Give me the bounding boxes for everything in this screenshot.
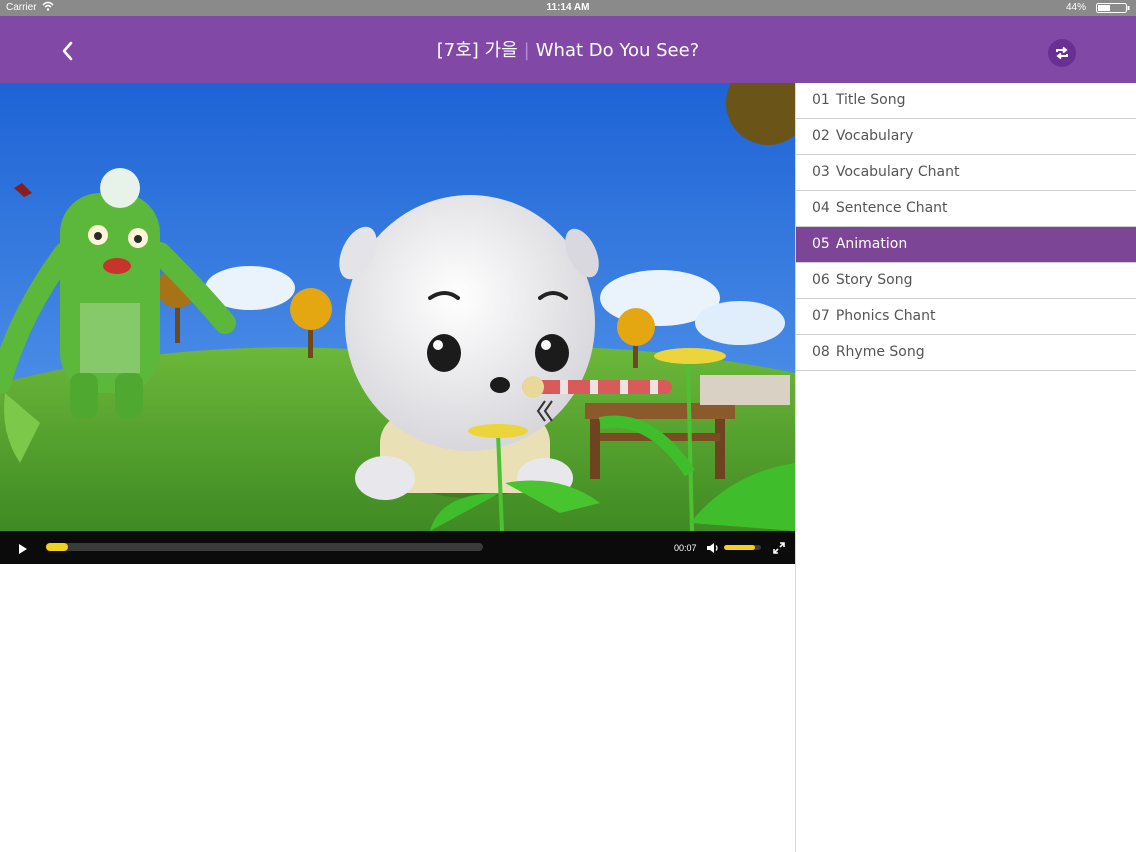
status-bar: Carrier 11:14 AM 44%	[0, 0, 1136, 16]
item-label: Story Song	[835, 272, 913, 288]
item-number: 08	[812, 344, 830, 360]
item-number: 03	[812, 164, 830, 180]
play-button[interactable]	[17, 542, 29, 554]
progress-level	[46, 543, 68, 551]
playlist-item-active[interactable]: 05 Animation	[796, 227, 1136, 263]
playlist-item[interactable]: 02 Vocabulary	[796, 119, 1136, 155]
item-label: Title Song	[835, 92, 906, 108]
item-label: Vocabulary	[835, 128, 914, 144]
fullscreen-button[interactable]	[773, 541, 785, 554]
current-time: 00:07	[674, 543, 697, 553]
title-name: What Do You See?	[535, 40, 700, 61]
playlist-item[interactable]: 07 Phonics Chant	[796, 299, 1136, 335]
playlist-item[interactable]: 01 Title Song	[796, 83, 1136, 119]
refresh-button[interactable]	[1048, 39, 1076, 67]
playlist-item[interactable]: 03 Vocabulary Chant	[796, 155, 1136, 191]
playlist-item[interactable]: 04 Sentence Chant	[796, 191, 1136, 227]
playlist-item[interactable]: 06 Story Song	[796, 263, 1136, 299]
battery-icon	[1096, 3, 1130, 13]
item-label: Animation	[835, 236, 908, 252]
page-title: [7호] 가을 | What Do You See?	[0, 36, 1136, 62]
header-bar: [7호] 가을 | What Do You See?	[0, 16, 1136, 83]
refresh-icon	[1056, 46, 1068, 60]
item-label: Phonics Chant	[835, 308, 936, 324]
speaker-icon	[707, 543, 718, 553]
item-number: 05	[812, 236, 830, 252]
title-separator: |	[523, 40, 530, 61]
playlist: 01 Title Song 02 Vocabulary 03 Vocabulary C…	[796, 83, 1136, 371]
title-episode: [7호] 가을	[436, 40, 518, 61]
volume-slider[interactable]	[724, 545, 761, 550]
item-number: 01	[812, 92, 830, 108]
play-icon	[19, 544, 27, 554]
item-number: 07	[812, 308, 830, 324]
fullscreen-icon	[773, 542, 785, 554]
item-label: Sentence Chant	[835, 200, 948, 216]
item-number: 04	[812, 200, 830, 216]
progress-slider[interactable]	[46, 543, 483, 551]
battery-percent: 44%	[1065, 2, 1086, 13]
status-time: 11:14 AM	[546, 2, 590, 13]
volume-button[interactable]	[706, 541, 720, 553]
volume-level	[724, 545, 756, 550]
video-frame	[0, 83, 795, 531]
item-label: Rhyme Song	[835, 344, 925, 360]
playlist-item[interactable]: 08 Rhyme Song	[796, 335, 1136, 371]
item-number: 02	[812, 128, 830, 144]
video-player[interactable]	[0, 83, 795, 531]
item-number: 06	[812, 272, 830, 288]
item-label: Vocabulary Chant	[835, 164, 960, 180]
